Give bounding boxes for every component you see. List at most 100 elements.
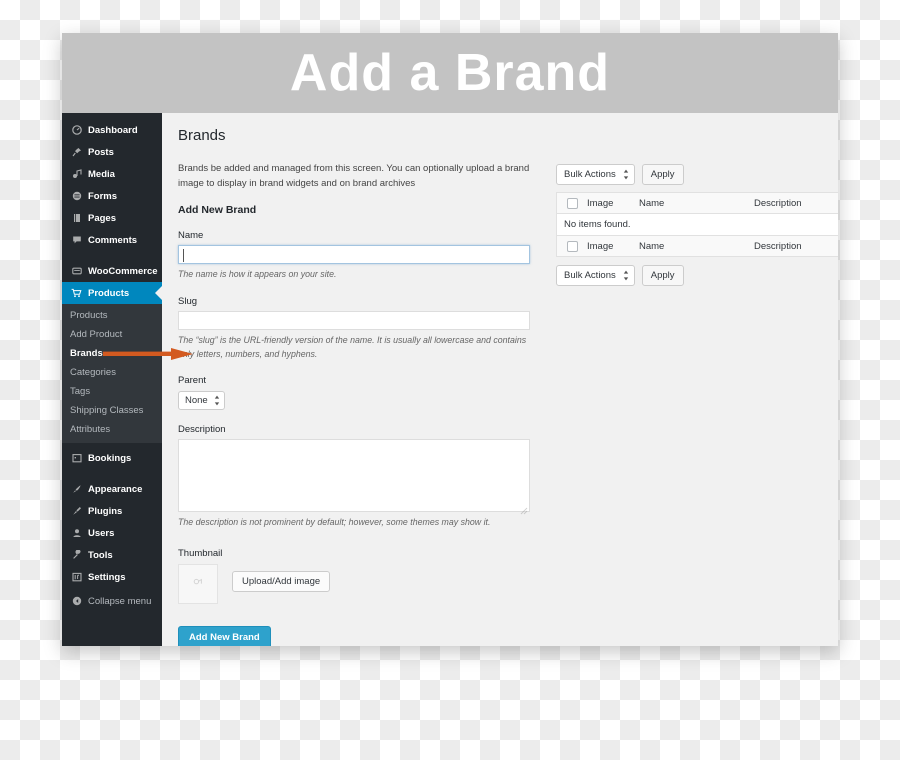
sidebar-label: Media (88, 168, 115, 180)
sidebar-item-products[interactable]: Products (62, 282, 162, 304)
parent-selected-value: None (185, 395, 208, 407)
upload-add-image-button[interactable]: Upload/Add image (232, 570, 331, 592)
banner-title: Add a Brand (289, 44, 611, 102)
field-thumbnail: Thumbnail Upload/Add image (178, 548, 538, 604)
image-placeholder-icon (192, 575, 204, 593)
sidebar-label: Users (88, 527, 115, 539)
sidebar-collapse-menu[interactable]: Collapse menu (62, 590, 162, 612)
resize-grip-icon[interactable] (520, 502, 528, 515)
form-section-title: Add New Brand (178, 204, 257, 217)
sidebar-label: Dashboard (88, 124, 138, 136)
sidebar-item-tools[interactable]: Tools (62, 544, 162, 566)
sidebar-label: Products (88, 287, 130, 299)
sidebar-label: Pages (88, 212, 116, 224)
slug-help: The “slug” is the URL-friendly version o… (178, 335, 527, 359)
brush-icon (70, 484, 83, 494)
submenu-label: Attributes (70, 424, 111, 435)
select-all-checkbox-bottom[interactable] (557, 240, 587, 252)
sidebar-item-settings[interactable]: Settings (62, 566, 162, 588)
table-footer-row: Image Name Description (557, 235, 838, 256)
content-columns: Brands be added and managed from this sc… (162, 144, 838, 646)
bulk-actions-select-bottom[interactable]: Bulk Actions (556, 265, 635, 286)
brands-list-table: Bulk Actions Apply Image Name Descriptio… (538, 162, 838, 646)
submenu-label: Shipping Classes (70, 405, 144, 416)
column-header-image[interactable]: Image (587, 198, 639, 209)
tablenav-top: Bulk Actions Apply (556, 164, 838, 185)
admin-body: Dashboard Posts Media Forms Pages Commen… (62, 113, 838, 646)
sidebar-item-dashboard[interactable]: Dashboard (62, 119, 162, 141)
admin-content: Brands Brands be added and managed from … (162, 113, 838, 646)
sidebar-item-media[interactable]: Media (62, 163, 162, 185)
submenu-label: Products (70, 310, 108, 321)
checkbox-icon (566, 240, 578, 252)
admin-sidebar[interactable]: Dashboard Posts Media Forms Pages Commen… (62, 113, 162, 646)
name-help: The name is how it appears on your site. (178, 269, 337, 280)
products-submenu[interactable]: Products Add Product Brands Categories T… (62, 304, 162, 443)
column-footer-image[interactable]: Image (587, 241, 639, 252)
description-textarea[interactable] (178, 439, 530, 515)
column-footer-name[interactable]: Name (639, 241, 754, 252)
description-label: Description (178, 424, 226, 436)
media-icon (70, 169, 83, 179)
field-name: Name The name is how it appears on your … (178, 230, 538, 282)
sidebar-item-comments[interactable]: Comments (62, 229, 162, 251)
submenu-label: Brands (70, 348, 103, 359)
sidebar-item-woocommerce[interactable]: WooCommerce (62, 260, 162, 282)
slug-input[interactable] (178, 311, 530, 331)
sidebar-item-forms[interactable]: Forms (62, 185, 162, 207)
sidebar-label: Bookings (88, 452, 132, 464)
submenu-label: Categories (70, 367, 116, 378)
cart-icon (70, 288, 83, 298)
column-header-description[interactable]: Description (754, 198, 838, 209)
bulk-actions-value: Bulk Actions (564, 270, 616, 281)
sidebar-label: Plugins (88, 505, 123, 517)
apply-button-top[interactable]: Apply (641, 164, 684, 185)
name-input[interactable] (178, 245, 530, 265)
empty-state-row: No items found. (557, 214, 838, 235)
sidebar-item-plugins[interactable]: Plugins (62, 500, 162, 522)
pin-icon (70, 147, 83, 157)
parent-select[interactable]: None (178, 391, 225, 411)
column-footer-description[interactable]: Description (754, 241, 838, 252)
submenu-label: Add Product (70, 329, 123, 340)
brands-table: Image Name Description No items found. I… (556, 192, 838, 257)
browser-window: Add a Brand Dashboard Posts Media Forms … (62, 33, 838, 646)
sidebar-label: Appearance (88, 483, 143, 495)
select-all-checkbox-top[interactable] (557, 197, 587, 209)
field-slug: Slug The “slug” is the URL-friendly vers… (178, 296, 538, 361)
sidebar-item-pages[interactable]: Pages (62, 207, 162, 229)
submenu-item-add-product[interactable]: Add Product (62, 325, 162, 344)
sidebar-label: Tools (88, 549, 113, 561)
thumbnail-preview (178, 563, 218, 604)
sidebar-item-posts[interactable]: Posts (62, 141, 162, 163)
submenu-item-tags[interactable]: Tags (62, 382, 162, 401)
description-help: The description is not prominent by defa… (178, 517, 491, 528)
submenu-label: Tags (70, 386, 91, 397)
chevron-updown-icon (623, 270, 629, 281)
checkbox-icon (566, 197, 578, 209)
sidebar-label: Posts (88, 146, 114, 158)
submenu-item-products[interactable]: Products (62, 306, 162, 325)
submenu-item-categories[interactable]: Categories (62, 363, 162, 382)
sidebar-label: WooCommerce (88, 265, 158, 277)
sidebar-label: Settings (88, 571, 126, 583)
submenu-item-attributes[interactable]: Attributes (62, 420, 162, 439)
sidebar-separator (62, 251, 162, 260)
apply-button-bottom[interactable]: Apply (641, 265, 684, 286)
sidebar-item-appearance[interactable]: Appearance (62, 478, 162, 500)
woocommerce-icon (70, 266, 83, 276)
sidebar-item-bookings[interactable]: Bookings (62, 447, 162, 469)
submenu-item-shipping-classes[interactable]: Shipping Classes (62, 401, 162, 420)
dashboard-icon (70, 125, 83, 135)
sidebar-item-users[interactable]: Users (62, 522, 162, 544)
add-new-brand-button[interactable]: Add New Brand (178, 625, 271, 646)
column-header-name[interactable]: Name (639, 198, 754, 209)
forms-icon (70, 191, 83, 201)
field-description: Description The description is not promi… (178, 424, 538, 530)
page-banner: Add a Brand (62, 33, 838, 113)
tablenav-bottom: Bulk Actions Apply (556, 265, 838, 286)
parent-label: Parent (178, 375, 206, 387)
table-header-row: Image Name Description (557, 193, 838, 214)
bulk-actions-select-top[interactable]: Bulk Actions (556, 164, 635, 185)
calendar-icon (70, 453, 83, 463)
